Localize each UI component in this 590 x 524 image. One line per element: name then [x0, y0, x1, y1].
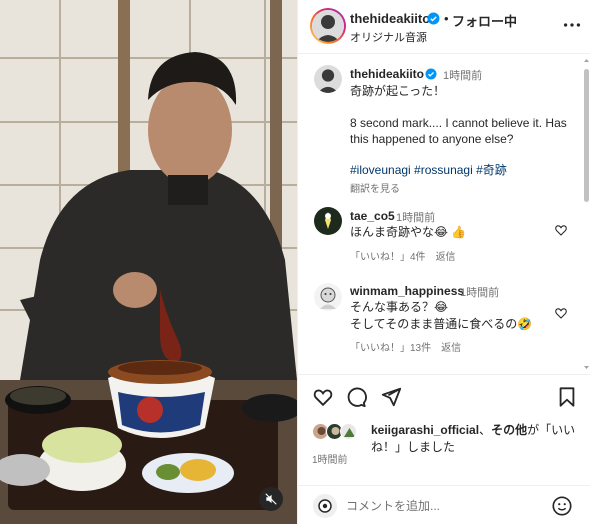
separator-dot: • [444, 11, 449, 26]
post-timestamp[interactable]: 1時間前 [312, 451, 348, 466]
scroll-down-icon[interactable] [583, 364, 590, 371]
comment-icon[interactable] [345, 386, 367, 408]
liker-avatar [340, 423, 357, 440]
comment-username[interactable]: winmam_happiness [350, 284, 464, 298]
more-icon[interactable] [561, 14, 583, 36]
scroll-up-icon[interactable] [583, 57, 590, 64]
share-icon[interactable] [380, 386, 402, 408]
heart-icon[interactable] [554, 306, 568, 320]
emoji-icon[interactable] [551, 495, 573, 517]
comment-likes-count[interactable]: 4件 [410, 252, 426, 263]
mute-icon [265, 493, 277, 505]
translate-link[interactable]: 翻訳を見る [350, 180, 400, 195]
video-player[interactable] [0, 0, 297, 524]
comment-time[interactable]: 1時間前 [396, 209, 435, 225]
comment-text: そんな事ある？😂 そしてそのまま普通に食べるの🤣 [350, 300, 533, 331]
liked-by-separator: 、 [479, 423, 492, 437]
avatar[interactable] [312, 10, 344, 42]
comment-text: ほんま奇跡やな😂 👍 [350, 225, 467, 239]
verified-icon [425, 68, 437, 80]
comment-likes-count[interactable]: 13件 [410, 343, 431, 354]
comment-input[interactable] [346, 496, 536, 516]
caption-username[interactable]: thehideakiito [350, 67, 424, 81]
comments-list[interactable]: thehideakiito 1時間前 奇跡が起こった！ 8 second mar… [298, 55, 590, 373]
comment-time[interactable]: 1時間前 [460, 284, 499, 300]
caption-line-1: 奇跡が起こった！ [350, 84, 446, 98]
post-panel: thehideakiito • フォロー中 オリジナル音源 thehideaki… [297, 0, 590, 524]
comment-bar [298, 485, 590, 524]
comment-username[interactable]: tae_co5 [350, 209, 395, 223]
video-frame [0, 0, 297, 524]
scrollbar-thumb[interactable] [584, 69, 589, 202]
caption-avatar[interactable] [314, 65, 342, 93]
comments-scrollbar[interactable] [583, 57, 590, 371]
following-button[interactable]: フォロー中 [452, 11, 517, 30]
post-actions: keiigarashi_official、その他が「いいね！」しました 1時間前 [298, 374, 590, 524]
audio-link[interactable]: オリジナル音源 [350, 29, 427, 45]
comment-avatar[interactable] [314, 283, 342, 311]
comment-meta: 「いいね！」13件 返信 [350, 339, 471, 354]
liker-username[interactable]: keiigarashi_official [371, 423, 479, 437]
caption-hashtags[interactable]: #iloveunagi #rossunagi #奇跡 [350, 162, 507, 179]
liked-by-text: keiigarashi_official、その他が「いいね！」しました [371, 422, 576, 456]
others-link[interactable]: その他 [491, 423, 527, 437]
caption-line-3: this happened to anyone else? [350, 132, 514, 146]
caption-time[interactable]: 1時間前 [443, 67, 482, 83]
heart-icon[interactable] [554, 223, 568, 237]
comment-likes-label[interactable]: 「いいね！」 [350, 343, 410, 354]
caption-line-2: 8 second mark.... I cannot believe it. H… [350, 116, 567, 130]
heart-icon[interactable] [312, 386, 334, 408]
comment-avatar[interactable] [314, 207, 342, 235]
bookmark-icon[interactable] [556, 386, 578, 408]
verified-icon [427, 12, 440, 25]
current-user-avatar [313, 494, 337, 518]
reply-button[interactable]: 返信 [436, 252, 456, 263]
comment-meta: 「いいね！」4件 返信 [350, 248, 466, 263]
author-username[interactable]: thehideakiito [350, 11, 430, 26]
reply-button[interactable]: 返信 [441, 343, 461, 354]
comment-likes-label[interactable]: 「いいね！」 [350, 252, 410, 263]
mute-button[interactable] [259, 487, 283, 511]
post-header: thehideakiito • フォロー中 オリジナル音源 [298, 0, 590, 54]
